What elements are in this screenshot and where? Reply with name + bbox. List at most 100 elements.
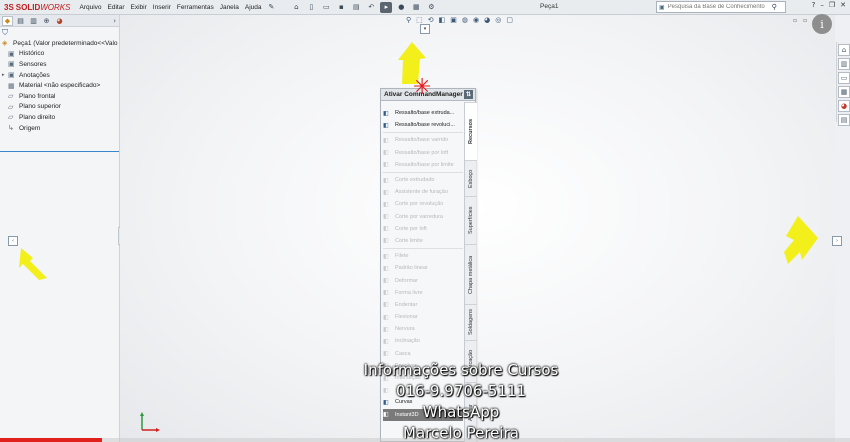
info-icon[interactable]: i [812,14,832,34]
print-icon[interactable]: ▤ [350,2,362,13]
scene-icon[interactable]: ◎ [495,16,501,24]
hide-show-icon[interactable]: ◉ [473,16,479,24]
overlay-line-2: 016-9.9706-5111 [395,382,527,400]
view-settings-icon[interactable]: ▢ [506,16,513,24]
previous-view-icon[interactable]: ⟲ [428,16,434,24]
feature-tree-tab-icon[interactable]: ◆ [2,15,13,26]
restore-icon[interactable]: ❐ [829,1,835,9]
yellow-arrow-right [784,216,818,264]
appearances-icon[interactable]: ◕ [838,100,850,112]
view-palette-icon[interactable]: ▦ [838,86,850,98]
display-manager-tab-icon[interactable]: ◕ [54,16,65,26]
zoom-area-icon[interactable]: ⬚ [416,16,423,24]
save-icon[interactable]: ▪ [335,2,347,13]
display-style-icon[interactable]: ◍ [462,16,468,24]
tree-item-plano-superior[interactable]: ▱ Plano superior [2,102,119,113]
options-gear-icon[interactable]: ⚙ [425,2,437,13]
command-item: ◧ Corte limite [383,235,463,247]
pin-toolbar-icon[interactable]: ⇅ [464,90,473,99]
rebuild-icon[interactable]: ● [395,2,407,13]
restore-view-icon[interactable]: ▫ [803,17,807,24]
command-item: ◧ Ressalto/base por loft [383,147,463,159]
feature-command-icon: ◧ [383,214,389,221]
section-view-icon[interactable]: ◧ [439,16,446,24]
feature-command-icon: ◧ [383,162,389,169]
undo-icon[interactable]: ↶ [365,2,377,13]
feature-command-icon: ◧ [383,290,389,297]
search-input[interactable] [667,4,772,10]
tree-item-historico[interactable]: ▣ Histórico [2,49,119,60]
file-explorer-icon[interactable]: ▭ [838,72,850,84]
knowledge-search[interactable]: ▣ ⚲ [656,1,786,13]
command-item: ◧ Inclinação [383,335,463,347]
command-tab[interactable]: Superfícies [465,196,477,244]
command-item-label: Filete [395,253,409,260]
menu-exibir[interactable]: Exibir [128,4,150,11]
filter-icon[interactable]: ⛉ [0,27,119,38]
command-item-label: Corte extrudado [395,177,435,184]
feature-command-icon: ◧ [383,314,389,321]
feature-command-icon: ◧ [383,338,389,345]
close-icon[interactable]: ✕ [840,1,846,9]
configuration-tab-icon[interactable]: ▥ [28,16,39,26]
command-item-label: Ressalto/base extruda... [395,110,455,117]
menu-arquivo[interactable]: Arquivo [76,4,104,11]
red-star-marker: ✳ [413,75,432,100]
tree-item-material[interactable]: ▦ Material <não especificado> [2,80,119,91]
video-progress-bar[interactable] [0,438,850,442]
tree-item-plano-direito[interactable]: ▱ Plano direito [2,112,119,123]
breadcrumb-toggle-icon[interactable]: ▾ [420,24,430,34]
design-library-icon[interactable]: ▥ [838,58,850,70]
command-tab[interactable]: Soldagens [465,304,477,340]
solidworks-resources-icon[interactable]: ⌂ [838,44,850,56]
menu-ferramentas[interactable]: Ferramentas [174,4,217,11]
new-document-icon[interactable]: ▯ [305,2,317,13]
origin-icon: ↳ [8,125,14,133]
tile-view-icon[interactable]: ▫ [793,17,797,24]
command-tab[interactable]: Chapa metálica [465,244,477,304]
tree-item-plano-frontal[interactable]: ▱ Plano frontal [2,91,119,102]
viewport-window-controls: ▫ ▫ [793,17,807,24]
menu-inserir[interactable]: Inserir [150,4,174,11]
dimxpert-tab-icon[interactable]: ⊕ [41,16,52,26]
custom-properties-icon[interactable]: ▤ [838,114,850,126]
left-expand-icon[interactable]: ‹ [8,236,18,246]
command-item-label: Deformar [395,277,418,284]
overlay-line-1: Informações sobre Cursos [363,361,559,379]
pin-icon[interactable]: ✎ [268,3,274,11]
select-cursor-icon[interactable]: ▸ [380,1,393,13]
right-expand-icon[interactable]: › [832,236,842,246]
property-manager-tab-icon[interactable]: ▤ [15,16,26,26]
file-properties-icon[interactable]: ▦ [410,2,422,13]
command-item: ◧ Ressalto/base por limite [383,159,463,171]
edit-appearance-icon[interactable]: ◕ [484,16,490,24]
menu-ajuda[interactable]: Ajuda [242,4,265,11]
panel-tabs: ◆ ▤ ▥ ⊕ ◕ › [0,15,119,27]
command-tab[interactable]: Esboço [465,160,477,196]
menu-editar[interactable]: Editar [105,4,128,11]
chevron-right-icon[interactable]: › [113,17,116,25]
command-item-label: Corte por varredura [395,213,443,220]
menu-janela[interactable]: Janela [217,4,242,11]
minimize-icon[interactable]: – [820,1,824,9]
command-item-label: Ressalto/base por loft [395,149,449,156]
feature-tree: ◈ Peça1 (Valor predeterminado<<Valo ▣ Hi… [0,38,119,133]
tree-item-sensores[interactable]: ▣ Sensores [2,59,119,70]
zoom-to-fit-icon[interactable]: ⚲ [406,16,411,24]
command-item[interactable]: ◧ Ressalto/base revoluci... [383,119,463,131]
tree-item-origem[interactable]: ↳ Origem [2,123,119,134]
tree-root[interactable]: ◈ Peça1 (Valor predeterminado<<Valo [2,38,119,49]
open-folder-icon[interactable]: ▭ [320,2,332,13]
search-scope-icon[interactable]: ▣ [659,4,665,11]
command-item[interactable]: ◧ Ressalto/base extruda... [383,107,463,119]
search-icon[interactable]: ⚲ [772,3,777,11]
command-item: ◧ Corte por loft [383,223,463,235]
command-tab[interactable]: Recursos [465,102,477,160]
command-item-label: Ressalto/base varrido [395,137,449,144]
feature-command-icon: ◧ [383,201,389,208]
help-icon[interactable]: ? [812,1,816,9]
view-orientation-icon[interactable]: ▣ [450,16,457,24]
home-icon[interactable]: ⌂ [290,2,302,13]
tree-item-anotacoes[interactable]: ▸ ▣ Anotações [2,70,119,81]
heads-up-toolbar: ⚲ ⬚ ⟲ ◧ ▣ ◍ ◉ ◕ ◎ ▢ [406,16,513,24]
